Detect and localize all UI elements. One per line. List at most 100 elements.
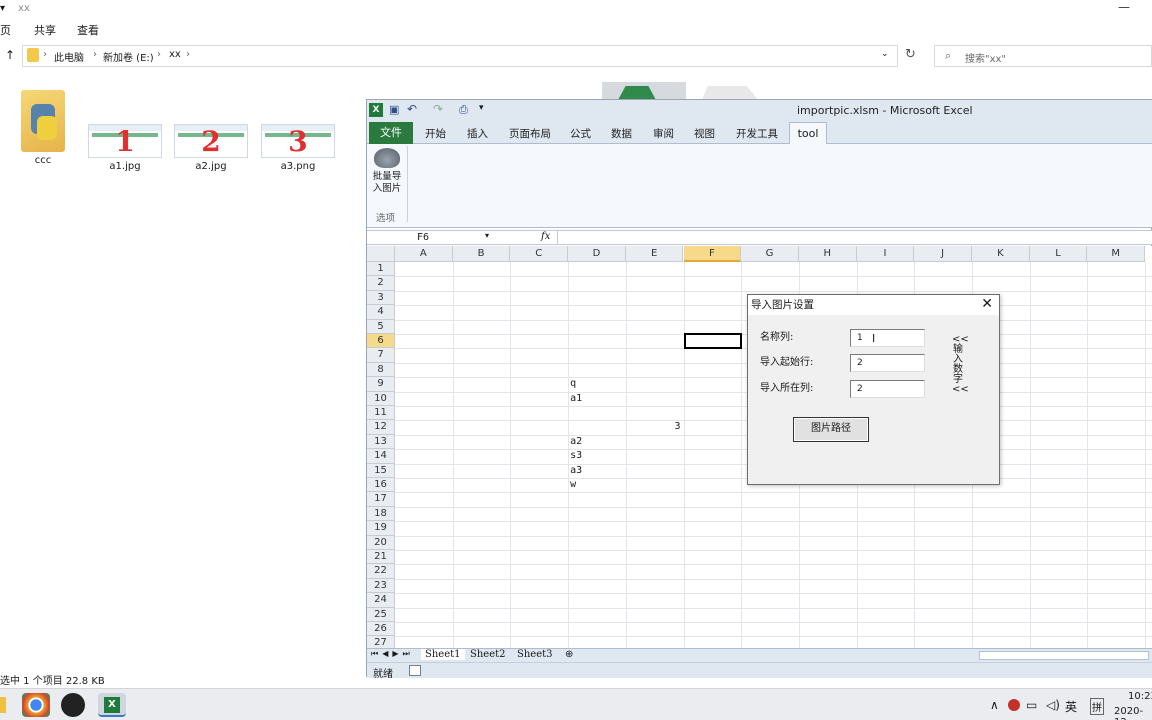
- excel-app-icon[interactable]: X: [369, 103, 383, 117]
- ime-language[interactable]: 英: [1065, 698, 1077, 715]
- start-row-input[interactable]: 2: [850, 354, 925, 372]
- breadcrumb-drive[interactable]: 新加卷 (E:): [103, 49, 154, 64]
- select-all-corner[interactable]: [367, 246, 395, 262]
- sheet-tab-2[interactable]: Sheet2: [470, 649, 506, 660]
- active-cell[interactable]: [683, 333, 743, 350]
- column-header-B[interactable]: B: [452, 246, 511, 262]
- customize-toolbar-icon[interactable]: ▾: [479, 103, 484, 113]
- tab-home[interactable]: 开始: [425, 126, 446, 141]
- column-header-F[interactable]: F: [683, 246, 742, 262]
- search-input[interactable]: ⌕ 搜索"xx": [934, 45, 1152, 67]
- row-header-21[interactable]: 21: [367, 550, 395, 565]
- row-header-24[interactable]: 24: [367, 593, 395, 608]
- tab-tool[interactable]: tool: [789, 122, 827, 145]
- close-icon[interactable]: ✕: [981, 296, 993, 312]
- row-header-19[interactable]: 19: [367, 521, 395, 536]
- cell-D9[interactable]: q: [570, 378, 576, 389]
- clock-time[interactable]: 10:23: [1128, 691, 1152, 702]
- explorer-taskbar-icon[interactable]: [0, 697, 6, 713]
- address-bar[interactable]: › 此电脑 › 新加卷 (E:) › xx › ⌄: [22, 45, 898, 67]
- volume-icon[interactable]: ◁): [1046, 698, 1060, 712]
- row-header-6[interactable]: 6: [367, 334, 395, 349]
- row-header-2[interactable]: 2: [367, 276, 395, 291]
- column-header-G[interactable]: G: [741, 246, 799, 262]
- tab-formulas[interactable]: 公式: [570, 126, 591, 141]
- row-header-25[interactable]: 25: [367, 607, 395, 622]
- column-header-L[interactable]: L: [1029, 246, 1088, 262]
- tab-data[interactable]: 数据: [611, 126, 632, 141]
- row-header-5[interactable]: 5: [367, 319, 395, 334]
- row-header-7[interactable]: 7: [367, 348, 395, 363]
- cell-D15[interactable]: a3: [570, 465, 582, 476]
- column-header-M[interactable]: M: [1087, 246, 1146, 262]
- column-header-I[interactable]: I: [856, 246, 915, 262]
- chrome-icon[interactable]: [22, 693, 50, 717]
- horizontal-scrollbar[interactable]: [979, 651, 1149, 660]
- tab-view[interactable]: 视图: [694, 126, 715, 141]
- row-header-14[interactable]: 14: [367, 449, 395, 464]
- name-column-input[interactable]: 1: [850, 329, 925, 347]
- tab-share[interactable]: 共享: [34, 22, 56, 38]
- tab-review[interactable]: 审阅: [653, 126, 674, 141]
- quick-access-chevron-icon[interactable]: ▾: [0, 3, 5, 14]
- column-header-D[interactable]: D: [568, 246, 626, 262]
- row-header-16[interactable]: 16: [367, 478, 395, 493]
- column-header-C[interactable]: C: [510, 246, 569, 262]
- sheet-nav-arrows-icon[interactable]: ⏮◀▶⏭: [371, 649, 414, 659]
- tab-home[interactable]: 页: [0, 22, 11, 38]
- show-hidden-icons-icon[interactable]: ∧: [990, 698, 999, 712]
- print-preview-icon[interactable]: ⎙: [459, 103, 468, 117]
- excel-taskbar-button[interactable]: X: [98, 693, 126, 717]
- obs-icon[interactable]: [61, 693, 85, 717]
- file-item-folder[interactable]: ccc: [0, 88, 86, 166]
- chevron-down-icon[interactable]: ⌄: [881, 49, 889, 59]
- column-header-E[interactable]: E: [625, 246, 684, 262]
- row-header-13[interactable]: 13: [367, 434, 395, 450]
- column-header-J[interactable]: J: [914, 246, 972, 262]
- cell-D13[interactable]: a2: [570, 436, 582, 447]
- cell-D10[interactable]: a1: [570, 393, 582, 404]
- file-item[interactable]: 2 a2.jpg: [168, 88, 254, 172]
- network-icon[interactable]: ▭: [1026, 698, 1037, 712]
- row-header-26[interactable]: 26: [367, 622, 395, 637]
- row-header-4[interactable]: 4: [367, 305, 395, 320]
- cell-D16[interactable]: w: [570, 479, 576, 490]
- column-header-K[interactable]: K: [972, 246, 1030, 262]
- row-header-17[interactable]: 17: [367, 492, 395, 507]
- tab-page-layout[interactable]: 页面布局: [509, 126, 551, 141]
- row-header-10[interactable]: 10: [367, 391, 395, 406]
- insert-sheet-icon[interactable]: ⊕: [565, 649, 573, 660]
- tab-insert[interactable]: 插入: [467, 126, 488, 141]
- row-header-11[interactable]: 11: [367, 406, 395, 421]
- row-header-12[interactable]: 12: [367, 420, 395, 435]
- save-icon[interactable]: ▣: [389, 103, 399, 116]
- sheet-tab-3[interactable]: Sheet3: [517, 649, 553, 660]
- batch-import-button[interactable]: 批量导入图片: [369, 146, 405, 206]
- image-path-button[interactable]: 图片路径: [793, 417, 869, 442]
- cell-D14[interactable]: s3: [570, 450, 582, 461]
- row-header-8[interactable]: 8: [367, 362, 395, 378]
- row-header-9[interactable]: 9: [367, 377, 395, 392]
- macro-record-icon[interactable]: [409, 665, 421, 676]
- tab-file[interactable]: 文件: [369, 122, 413, 144]
- tab-developer[interactable]: 开发工具: [736, 126, 778, 141]
- target-column-input[interactable]: 2: [850, 380, 925, 398]
- minimize-icon[interactable]: —: [1118, 0, 1130, 14]
- sheet-tab-1[interactable]: Sheet1: [421, 649, 465, 660]
- file-item[interactable]: 3 a3.png: [255, 88, 341, 172]
- row-header-23[interactable]: 23: [367, 578, 395, 594]
- column-header-H[interactable]: H: [798, 246, 857, 262]
- row-header-1[interactable]: 1: [367, 262, 395, 277]
- tab-view[interactable]: 查看: [77, 22, 99, 38]
- breadcrumb-this-pc[interactable]: 此电脑: [54, 49, 84, 64]
- up-arrow-icon[interactable]: ↑: [5, 48, 15, 62]
- undo-icon[interactable]: ↶: [407, 102, 417, 116]
- file-item[interactable]: 1 a1.jpg: [82, 88, 168, 172]
- ime-mode[interactable]: 拼: [1090, 698, 1104, 715]
- column-header-A[interactable]: A: [395, 246, 453, 262]
- breadcrumb-folder[interactable]: xx: [169, 49, 181, 60]
- chevron-down-icon[interactable]: ▾: [485, 231, 489, 240]
- refresh-icon[interactable]: ↻: [905, 47, 916, 62]
- row-header-18[interactable]: 18: [367, 506, 395, 522]
- app-tray-icon[interactable]: [1008, 699, 1020, 711]
